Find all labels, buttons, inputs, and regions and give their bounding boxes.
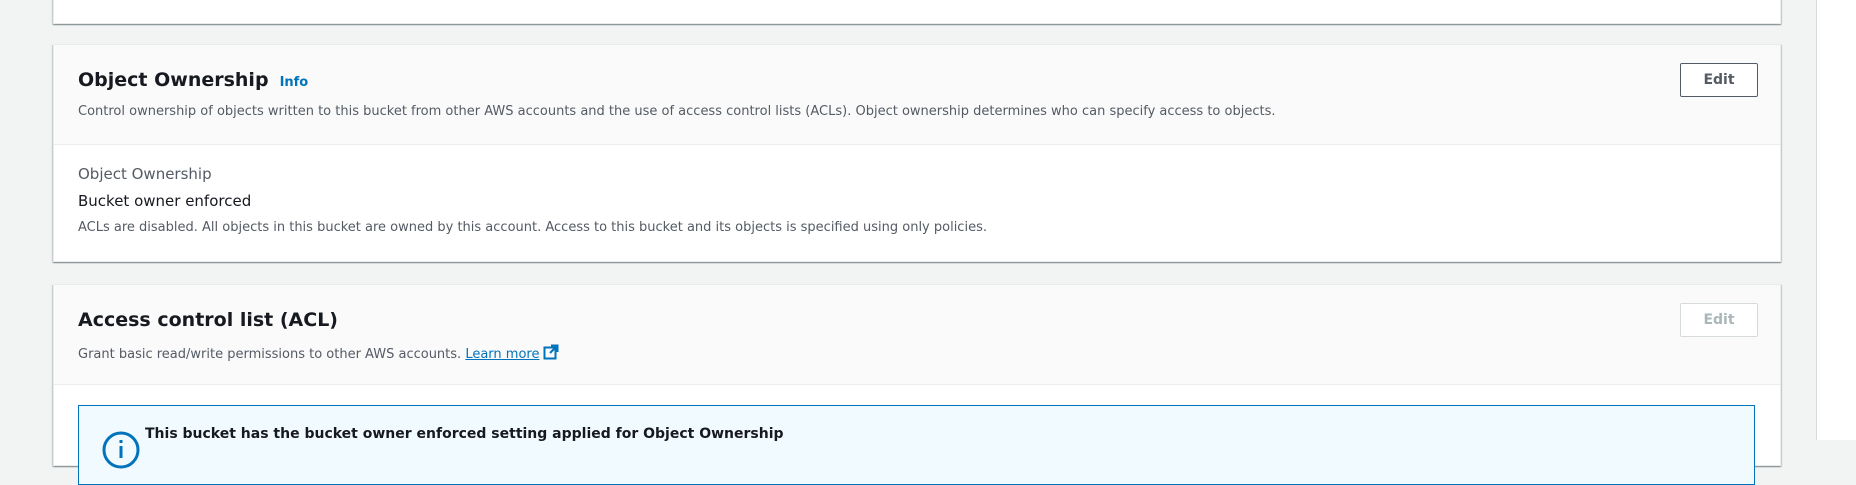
- external-link-icon[interactable]: [543, 344, 559, 366]
- acl-title: Access control list (ACL): [78, 309, 338, 331]
- object-ownership-description: Control ownership of objects written to …: [78, 104, 1276, 119]
- object-ownership-field-description: ACLs are disabled. All objects in this b…: [78, 220, 987, 235]
- acl-edit-button[interactable]: Edit: [1680, 303, 1758, 337]
- acl-title-row: Access control list (ACL): [78, 309, 338, 332]
- acl-description: Grant basic read/write permissions to ot…: [78, 347, 462, 362]
- acl-description-row: Grant basic read/write permissions to ot…: [78, 344, 559, 366]
- info-link[interactable]: Info: [280, 75, 309, 90]
- object-ownership-edit-button[interactable]: Edit: [1680, 63, 1758, 97]
- acl-header: Access control list (ACL) Grant basic re…: [54, 285, 1780, 385]
- right-panel-edge: [1816, 0, 1856, 440]
- object-ownership-header: Object Ownership Info Control ownership …: [54, 45, 1780, 145]
- acl-card: Access control list (ACL) Grant basic re…: [53, 284, 1781, 485]
- learn-more-label[interactable]: Learn more: [465, 347, 539, 362]
- object-ownership-title: Object Ownership: [78, 69, 269, 91]
- object-ownership-field-label: Object Ownership: [78, 165, 212, 183]
- main-content: Object Ownership Info Control ownership …: [5, 0, 1816, 485]
- learn-more-link[interactable]: Learn more: [465, 344, 559, 362]
- info-alert: This bucket has the bucket owner enforce…: [78, 405, 1755, 485]
- object-ownership-field-value: Bucket owner enforced: [78, 192, 252, 210]
- object-ownership-card: Object Ownership Info Control ownership …: [53, 44, 1781, 262]
- previous-section-card: [53, 0, 1781, 24]
- info-circle-icon: [101, 430, 141, 470]
- object-ownership-title-row: Object Ownership Info: [78, 69, 308, 92]
